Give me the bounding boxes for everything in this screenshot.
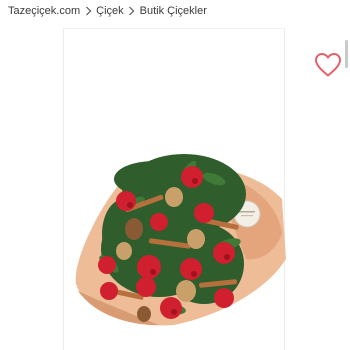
scrollbar-thumb[interactable] (345, 40, 348, 68)
breadcrumb: Tazeçiçek.com Çiçek Butik Çiçekler (8, 3, 207, 19)
chevron-right-icon (82, 6, 94, 16)
bouquet-image[interactable] (64, 29, 286, 350)
breadcrumb-cicek-link[interactable]: Çiçek (96, 5, 124, 17)
breadcrumb-butik-cicekler-link[interactable]: Butik Çiçekler (140, 5, 207, 17)
breadcrumb-home-link[interactable]: Tazeçiçek.com (8, 5, 80, 17)
product-page: Tazeçiçek.com Çiçek Butik Çiçekler (0, 0, 350, 350)
chevron-right-icon (126, 6, 138, 16)
heart-outline-icon[interactable] (314, 52, 342, 78)
product-image-frame (63, 28, 286, 350)
